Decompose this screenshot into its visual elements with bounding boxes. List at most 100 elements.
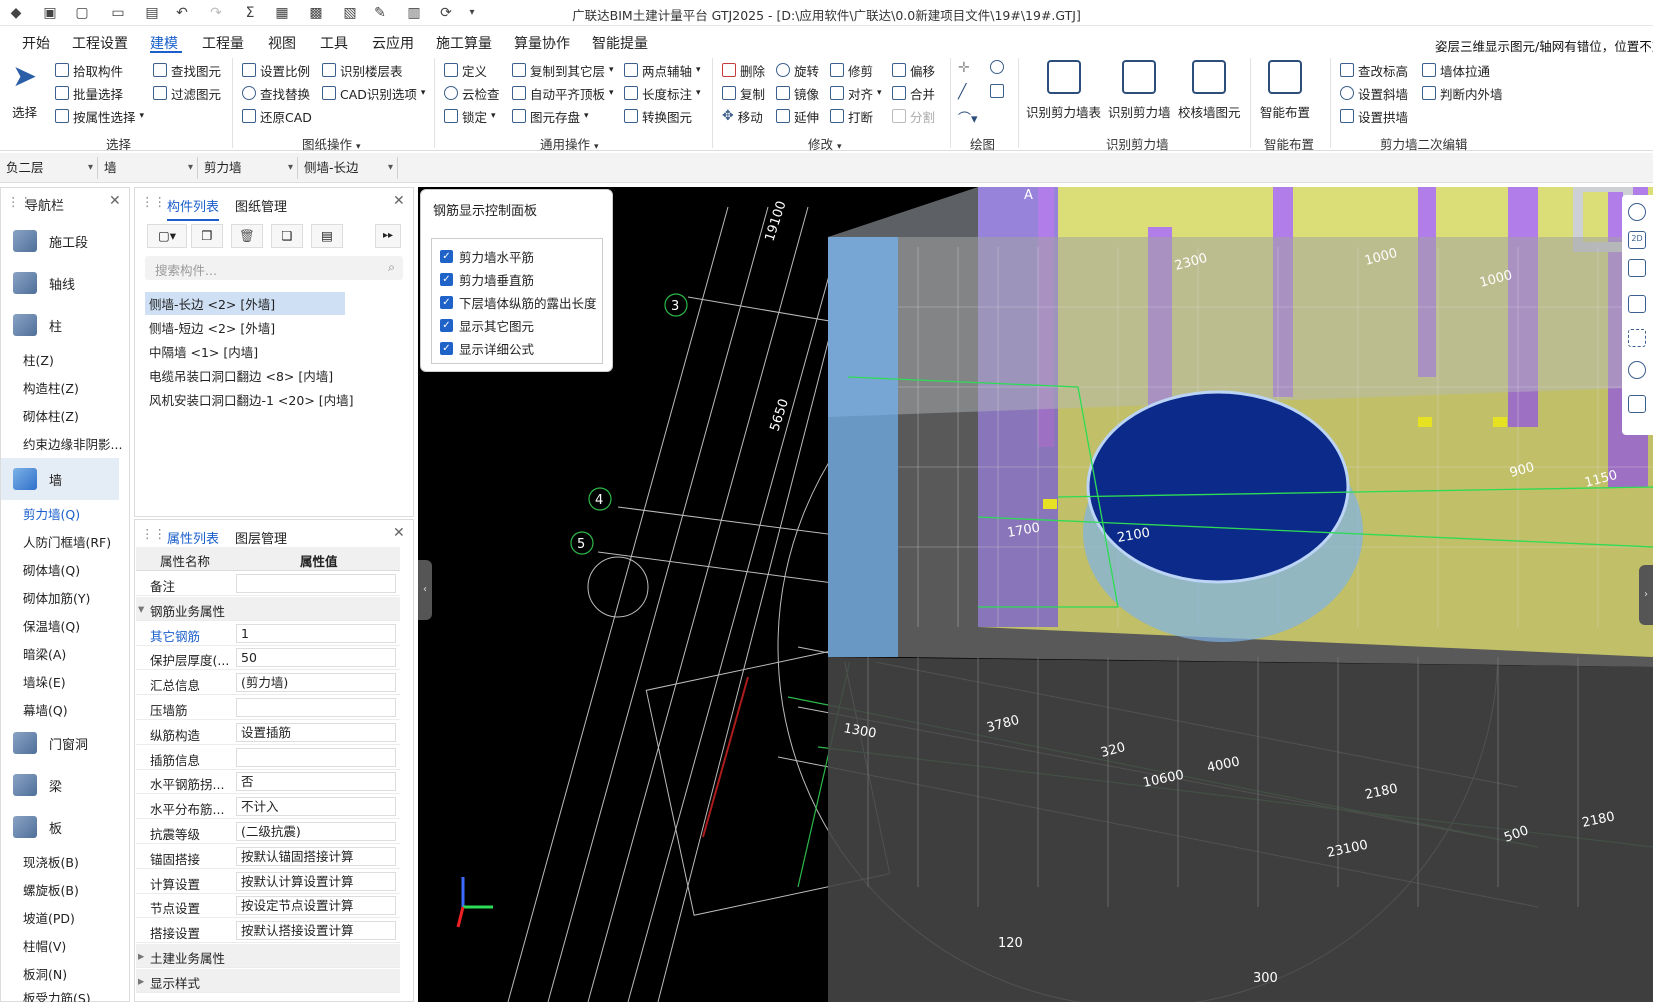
nav-item-insulation-wall[interactable]: 保温墙(Q): [23, 616, 80, 635]
component-item[interactable]: 电缆吊装口洞口翻边 <8> [内墙]: [145, 364, 337, 387]
move-button[interactable]: ✥ 移动: [722, 106, 763, 126]
break-button[interactable]: 打断: [830, 106, 873, 126]
nav-item-curtain-wall[interactable]: 幕墙(Q): [23, 700, 68, 719]
property-row[interactable]: 备注: [136, 572, 400, 596]
view-layer-icon[interactable]: [1628, 361, 1646, 379]
nav-item-hidden-beam[interactable]: 暗梁(A): [23, 644, 66, 663]
judge-wall-button[interactable]: 判断内外墙: [1422, 83, 1503, 103]
wall-extend-button[interactable]: 墙体拉通: [1422, 60, 1490, 80]
type-select[interactable]: 剪力墙: [200, 157, 298, 179]
two-point-axis-button[interactable]: 两点辅轴 ▾: [624, 60, 701, 80]
tab-layer-management[interactable]: 图层管理: [235, 528, 287, 547]
search-input[interactable]: 搜索构件... ⌕: [145, 256, 403, 280]
menu-item-quantity[interactable]: 工程量: [202, 33, 244, 53]
property-row[interactable]: 计算设置 按默认计算设置计算: [136, 870, 400, 894]
checkbox-lower-wall-exposed[interactable]: ✓ 下层墙体纵筋的露出长度: [440, 293, 597, 312]
expand-chevron-icon[interactable]: ▾: [138, 601, 144, 616]
property-value[interactable]: 按默认计算设置计算: [236, 871, 396, 891]
batch-select-button[interactable]: 批量选择: [55, 83, 123, 103]
circle-arc-icon[interactable]: [990, 60, 1004, 77]
property-row[interactable]: 汇总信息 (剪力墙): [136, 671, 400, 696]
property-value[interactable]: [236, 747, 396, 767]
property-value[interactable]: (二级抗震): [236, 822, 396, 841]
property-row[interactable]: 锚固搭接 按默认锚固搭接计算: [136, 845, 400, 869]
select-button[interactable]: ➤ 选择: [12, 60, 37, 121]
nav-item-column-cap[interactable]: 柱帽(V): [23, 936, 66, 955]
nav-group-beam[interactable]: 梁: [1, 764, 119, 806]
more-icon[interactable]: ▸▸: [375, 224, 401, 248]
layer-copy-icon[interactable]: ❏: [271, 224, 303, 248]
property-value[interactable]: 按默认锚固搭接计算: [236, 846, 396, 866]
group-label-common[interactable]: 通用操作 ▾: [540, 134, 599, 153]
menu-item-modeling[interactable]: 建模: [150, 33, 178, 53]
nav-group-construction-section[interactable]: 施工段: [1, 220, 119, 262]
nav-item-slab-hole[interactable]: 板洞(N): [23, 964, 67, 983]
recognize-wall-table-button[interactable]: 识别剪力墙表: [1026, 60, 1101, 121]
left-collapse-handle[interactable]: ‹: [418, 560, 432, 620]
delete-button[interactable]: 删除: [722, 60, 765, 80]
check-wall-button[interactable]: 校核墙图元: [1178, 60, 1241, 121]
close-icon[interactable]: ✕: [109, 193, 121, 209]
convert-element-button[interactable]: 转换图元: [624, 106, 692, 126]
property-row[interactable]: 其它钢筋 1: [136, 622, 400, 646]
drag-handle-icon[interactable]: ⋮⋮: [141, 194, 166, 209]
nav-item-shear-wall[interactable]: 剪力墙(Q): [23, 504, 80, 523]
split-button[interactable]: 分割: [892, 106, 935, 126]
checkbox-show-other-elements[interactable]: ✓ 显示其它图元: [440, 316, 534, 335]
save-element-button[interactable]: 图元存盘 ▾: [512, 106, 589, 126]
checkbox-shear-wall-horizontal[interactable]: ✓ 剪力墙水平筋: [440, 247, 534, 266]
point-icon[interactable]: ✛: [958, 60, 970, 76]
new-component-button[interactable]: ▢▾: [147, 224, 187, 248]
recognize-wall-button[interactable]: 识别剪力墙: [1108, 60, 1171, 121]
component-item[interactable]: 侧墙-长边 <2> [外墙]: [145, 292, 345, 315]
lock-button[interactable]: 锁定 ▾: [444, 106, 496, 126]
property-group-row[interactable]: ▾ 钢筋业务属性: [136, 596, 400, 621]
nav-item-slab-rebar[interactable]: 板受力筋(S): [23, 988, 91, 1002]
component-item[interactable]: 中隔墙 <1> [内墙]: [145, 340, 262, 363]
menu-item-cloud[interactable]: 云应用: [372, 33, 414, 53]
delete-component-icon[interactable]: 🗑: [231, 224, 263, 248]
menu-item-view[interactable]: 视图: [268, 33, 296, 53]
rotate-button[interactable]: 旋转: [776, 60, 819, 80]
define-button[interactable]: 定义: [444, 60, 487, 80]
cad-options-button[interactable]: CAD识别选项 ▾: [322, 83, 425, 103]
nav-group-wall[interactable]: 墙: [1, 458, 119, 500]
property-group-row[interactable]: ▸ 显示样式: [136, 968, 400, 993]
recognize-floor-table-button[interactable]: 识别楼层表: [322, 60, 403, 80]
cloud-check-button[interactable]: 云检查: [444, 83, 500, 103]
close-icon[interactable]: ✕: [393, 193, 405, 209]
line-icon[interactable]: ╱: [958, 84, 966, 100]
group-label-drawing[interactable]: 图纸操作 ▾: [302, 134, 361, 153]
property-row[interactable]: 搭接设置 按默认搭接设置计算: [136, 919, 400, 944]
rect-icon[interactable]: [990, 84, 1004, 101]
select-by-attr-button[interactable]: 按属性选择 ▾: [55, 106, 144, 126]
nav-group-slab[interactable]: 板: [1, 806, 119, 848]
extend-button[interactable]: 延伸: [776, 106, 819, 126]
category-select[interactable]: 墙: [100, 157, 198, 179]
copy-to-layer-button[interactable]: 复制到其它层 ▾: [512, 60, 614, 80]
smart-layout-button[interactable]: 智能布置: [1260, 60, 1310, 121]
property-row[interactable]: 保护层厚度(... 50: [136, 646, 400, 671]
view-box-icon[interactable]: [1628, 295, 1646, 313]
nav-item-ramp[interactable]: 坡道(PD): [23, 908, 75, 927]
find-element-button[interactable]: 查找图元: [153, 60, 221, 80]
nav-group-door-window[interactable]: 门窗洞: [1, 722, 119, 764]
nav-item-wall-pier[interactable]: 墙垛(E): [23, 672, 66, 691]
group-label-modify[interactable]: 修改 ▾: [808, 134, 842, 153]
component-select[interactable]: 侧墙-长边: [300, 157, 398, 179]
floor-select[interactable]: 负二层: [2, 157, 98, 179]
expand-chevron-icon[interactable]: ▸: [138, 948, 144, 963]
property-row[interactable]: 纵筋构造 设置插筋: [136, 721, 400, 745]
length-dimension-button[interactable]: 长度标注 ▾: [624, 83, 701, 103]
checkbox-shear-wall-vertical[interactable]: ✓ 剪力墙垂直筋: [440, 270, 534, 289]
drag-handle-icon[interactable]: ⋮⋮: [141, 526, 166, 541]
expand-chevron-icon[interactable]: ▸: [138, 973, 144, 988]
nav-item-civil-defense-frame[interactable]: 人防门框墙(RF): [23, 532, 111, 551]
check-elevation-button[interactable]: 查改标高: [1340, 60, 1408, 80]
menu-item-construction-qty[interactable]: 施工算量: [436, 33, 492, 53]
property-value[interactable]: [236, 574, 396, 593]
set-scale-button[interactable]: 设置比例: [242, 60, 310, 80]
property-value[interactable]: [236, 698, 396, 717]
trim-button[interactable]: 修剪: [830, 60, 873, 80]
view-3d-orbit-icon[interactable]: [1628, 203, 1646, 221]
